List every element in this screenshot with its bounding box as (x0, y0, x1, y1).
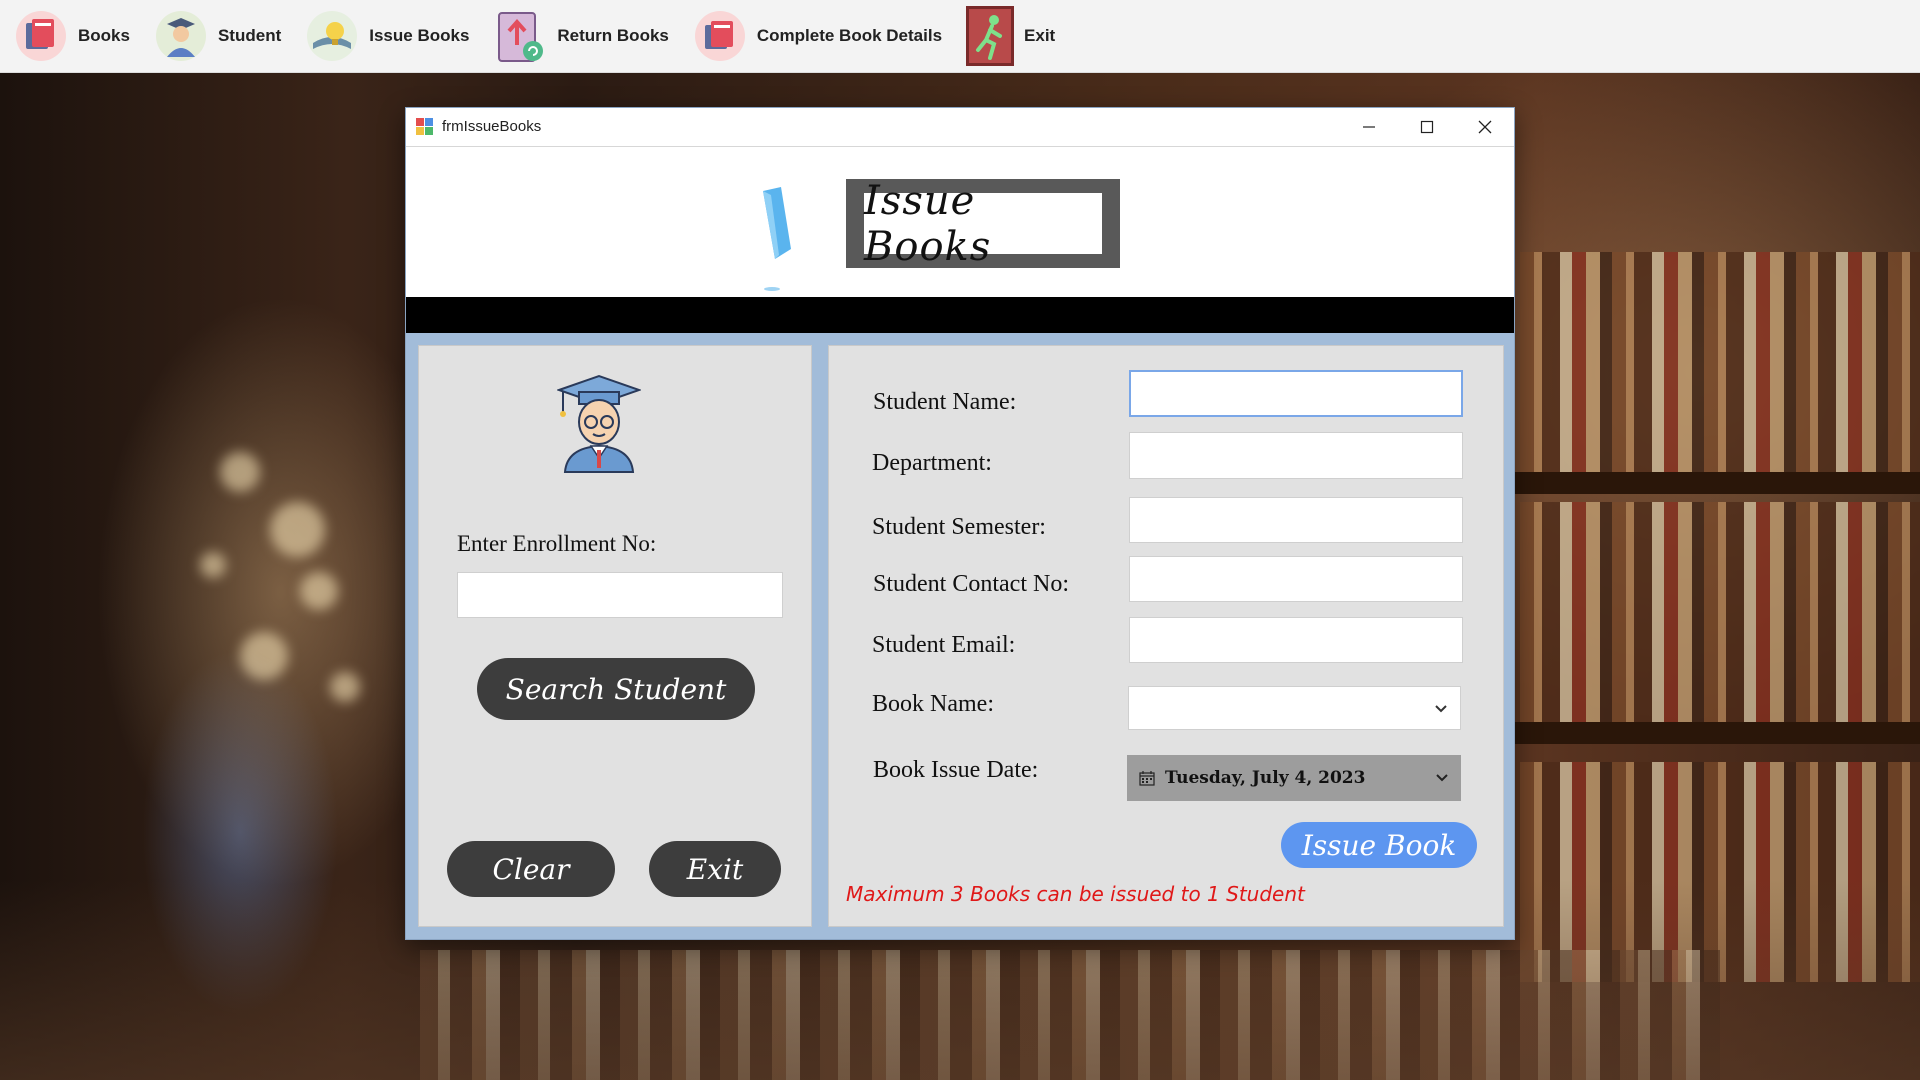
issue-date-label: Book Issue Date: (873, 757, 1039, 783)
form-header: Issue Books (406, 147, 1514, 297)
minimize-button[interactable] (1340, 108, 1398, 146)
max-books-warning: Maximum 3 Books can be issued to 1 Stude… (846, 882, 1305, 906)
books-icon (14, 9, 68, 63)
menu-books-label: Books (78, 26, 130, 45)
menu-exit[interactable]: Exit (966, 6, 1055, 66)
book-name-dropdown[interactable] (1128, 686, 1461, 730)
email-label: Student Email: (872, 632, 1016, 658)
semester-field[interactable] (1129, 497, 1463, 543)
student-search-panel: Enter Enrollment No: Search Student Clea… (418, 345, 812, 927)
exit-button[interactable]: Exit (649, 841, 781, 897)
issue-book-button[interactable]: Issue Book (1281, 822, 1477, 868)
menu-books[interactable]: Books (14, 9, 130, 63)
email-field[interactable] (1129, 617, 1463, 663)
graduate-avatar-icon (555, 374, 643, 474)
menu-return-books-label: Return Books (557, 26, 669, 45)
contact-label: Student Contact No: (873, 571, 1069, 597)
enrollment-input[interactable] (457, 572, 783, 618)
close-icon (1478, 120, 1492, 134)
return-books-icon (493, 9, 547, 63)
chevron-down-icon (1436, 774, 1448, 782)
chevron-down-icon (1435, 705, 1447, 713)
window-title: frmIssueBooks (442, 118, 542, 135)
menu-issue-books-label: Issue Books (369, 26, 470, 45)
menu-complete-book-details-label: Complete Book Details (756, 26, 943, 45)
search-student-button[interactable]: Search Student (477, 658, 755, 720)
maximize-button[interactable] (1398, 108, 1456, 146)
close-button[interactable] (1456, 108, 1514, 146)
department-label: Department: (872, 450, 992, 476)
student-name-field[interactable] (1129, 370, 1463, 417)
calendar-icon (1139, 771, 1155, 786)
maximize-icon (1420, 120, 1434, 134)
window-titlebar[interactable]: frmIssueBooks (406, 108, 1514, 147)
book-pencil-icon (751, 185, 801, 295)
menu-student[interactable]: Student (154, 9, 281, 63)
contact-field[interactable] (1129, 556, 1463, 602)
enrollment-label: Enter Enrollment No: (457, 531, 657, 556)
student-name-label: Student Name: (873, 389, 1017, 415)
app-form-icon (416, 118, 433, 135)
heading-frame: Issue Books (846, 178, 1120, 270)
main-menubar: Books Student Issue Books Return Books C… (0, 0, 1920, 73)
book-details-icon (693, 9, 747, 63)
student-icon (154, 9, 208, 63)
menu-complete-book-details[interactable]: Complete Book Details (693, 9, 942, 63)
page-heading: Issue Books (864, 178, 1102, 270)
department-field[interactable] (1129, 432, 1463, 479)
menu-issue-books[interactable]: Issue Books (305, 9, 469, 63)
menu-return-books[interactable]: Return Books (493, 9, 669, 63)
issue-date-value: Tuesday, July 4, 2023 (1165, 768, 1366, 788)
book-name-label: Book Name: (872, 691, 994, 717)
menu-exit-label: Exit (1024, 26, 1056, 45)
issue-date-picker[interactable]: Tuesday, July 4, 2023 (1127, 755, 1461, 801)
header-divider (406, 297, 1514, 333)
issue-books-icon (305, 9, 359, 63)
clear-button[interactable]: Clear (447, 841, 615, 897)
exit-runner-icon (966, 6, 1015, 66)
issue-books-window: frmIssueBooks Issue Books Enter Enrollme… (405, 107, 1515, 940)
menu-student-label: Student (217, 26, 282, 45)
minimize-icon (1363, 126, 1375, 128)
semester-label: Student Semester: (872, 514, 1046, 540)
